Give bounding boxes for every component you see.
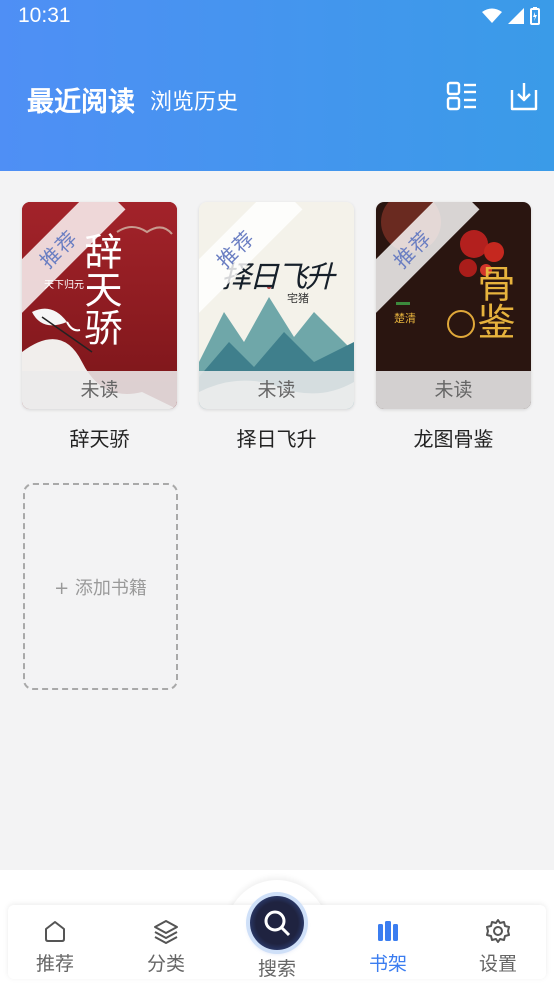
nav-item-recommend[interactable]: 推荐 — [15, 917, 95, 976]
book-cover[interactable]: 择日飞升 宅猪 推荐 未读 — [199, 202, 354, 409]
cover-title-text: 骨鉴 — [471, 264, 515, 340]
cover-author-text: 楚清 — [394, 312, 416, 325]
book-title[interactable]: 择日飞升 — [199, 423, 354, 452]
layers-icon — [154, 920, 178, 944]
download-icon[interactable] — [508, 80, 540, 112]
list-grid-icon[interactable] — [446, 80, 478, 112]
wifi-icon — [482, 8, 502, 23]
book-cover[interactable]: 骨鉴 楚清 推荐 未读 — [376, 202, 531, 409]
home-icon — [45, 921, 65, 942]
signal-icon — [508, 8, 524, 24]
book-cover[interactable]: 辞天骄 天下归元 推荐 未读 — [22, 202, 177, 409]
battery-icon — [530, 7, 540, 25]
book-card[interactable]: 择日飞升 宅猪 推荐 未读 择日飞升 — [199, 202, 354, 452]
nav-label: 设置 — [478, 953, 517, 975]
nav-item-settings[interactable]: 设置 — [458, 917, 538, 976]
bookshelf-icon — [378, 921, 398, 941]
book-card[interactable]: 辞天骄 天下归元 推荐 未读 辞天骄 — [22, 202, 177, 452]
book-title[interactable]: 辞天骄 — [22, 423, 177, 452]
cover-author-text: 宅猪 — [287, 292, 309, 305]
read-status: 未读 — [376, 371, 531, 409]
add-book-button[interactable]: + 添加书籍 — [23, 483, 178, 690]
status-time: 10:31 — [18, 4, 71, 27]
header: 10:31 最近阅读 浏览历史 — [0, 0, 554, 171]
nav-label: 分类 — [146, 953, 185, 975]
read-status: 未读 — [199, 371, 354, 409]
nav-label: 推荐 — [35, 953, 74, 975]
nav-item-bookshelf[interactable]: 书架 — [348, 917, 428, 976]
history-link[interactable]: 浏览历史 — [150, 84, 238, 116]
status-icons — [482, 7, 540, 25]
book-title[interactable]: 龙图骨鉴 — [376, 423, 531, 452]
cover-title-text: 辞天骄 — [78, 232, 122, 346]
book-card[interactable]: 骨鉴 楚清 推荐 未读 龙图骨鉴 — [376, 202, 531, 452]
nav-label: 书架 — [368, 953, 407, 975]
search-fab[interactable] — [250, 896, 304, 950]
search-icon — [264, 910, 291, 937]
gear-icon — [486, 919, 510, 943]
read-status: 未读 — [22, 371, 177, 409]
nav-label-search[interactable]: 搜索 — [237, 954, 317, 981]
page-title: 最近阅读 — [27, 87, 135, 118]
nav-item-category[interactable]: 分类 — [126, 917, 206, 976]
